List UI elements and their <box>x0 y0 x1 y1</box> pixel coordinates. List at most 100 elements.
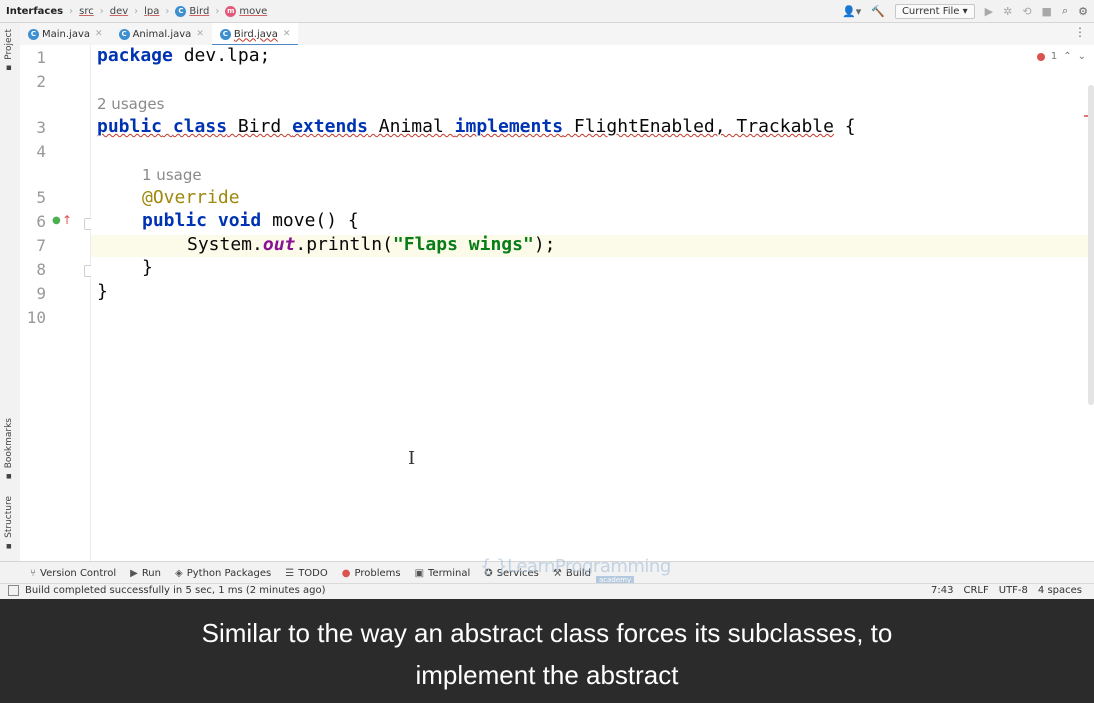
editor-gutter: 1 2 3 4 5 6 7 8 9 10 ● ↑ <box>20 45 95 561</box>
vertical-scrollbar[interactable] <box>1088 85 1094 405</box>
tab-label: Main.java <box>42 28 91 40</box>
tool-label: Python Packages <box>186 567 272 579</box>
status-widgets: 7:43 CRLF UTF-8 4 spaces <box>931 585 1082 596</box>
chevron-right-icon: › <box>69 5 74 17</box>
breadcrumb-src[interactable]: src <box>79 6 94 17</box>
class-icon: C <box>219 28 231 40</box>
line-number[interactable]: 5 <box>20 188 46 207</box>
keyword: extends <box>292 116 368 137</box>
line-number[interactable]: 1 <box>20 48 46 67</box>
main-toolbar: 👤▾ 🔨 Current File ▾ ▶ ✲ ⟲ ■ ⌕ ⚙ <box>842 0 1088 22</box>
coverage-icon[interactable]: ⟲ <box>1022 5 1031 18</box>
error-icon: ● <box>341 567 351 579</box>
indent-setting[interactable]: 4 spaces <box>1038 585 1082 596</box>
code-line-8: } <box>142 257 153 278</box>
text-cursor-icon: I <box>408 448 416 469</box>
keyword: void <box>217 210 262 231</box>
line-number[interactable]: 10 <box>20 308 46 327</box>
bookmarks-tool-button[interactable]: ▪ Bookmarks <box>4 418 14 481</box>
code-text: .println( <box>295 234 393 255</box>
keyword: class <box>172 116 228 137</box>
chevron-down-icon[interactable]: ⌄ <box>1078 51 1086 62</box>
packages-icon: ◈ <box>175 567 183 579</box>
chevron-right-icon: › <box>215 5 220 17</box>
breadcrumb-dev[interactable]: dev <box>110 6 128 17</box>
structure-tool-button[interactable]: ▪ Structure <box>4 496 14 551</box>
code-line-7: System.out.println("Flaps wings"); <box>187 234 556 255</box>
annotation: @Override <box>142 187 240 208</box>
line-number[interactable]: 7 <box>20 236 46 255</box>
more-vertical-icon[interactable]: ⋮ <box>1074 25 1086 39</box>
code-text: Animal <box>367 116 455 137</box>
todo-button[interactable]: ☰ TODO <box>285 568 328 579</box>
chevron-right-icon: › <box>165 5 170 17</box>
tab-label: Bird.java <box>233 28 278 40</box>
project-tool-button[interactable]: ▪ Project <box>4 29 14 73</box>
breadcrumb-class[interactable]: Bird <box>189 6 209 17</box>
tab-main-java[interactable]: C Main.java ✕ <box>20 23 111 45</box>
code-editor[interactable]: 1 ⌃ ⌄ package dev.lpa; 2 usages public c… <box>91 45 1094 561</box>
breadcrumb-lpa[interactable]: lpa <box>144 6 159 17</box>
code-line-3: public class Bird extends Animal impleme… <box>97 116 856 137</box>
user-icon[interactable]: 👤▾ <box>842 5 861 18</box>
chevron-right-icon: › <box>99 5 104 17</box>
python-packages-button[interactable]: ◈ Python Packages <box>175 568 271 579</box>
tool-label: Run <box>141 567 161 579</box>
code-line-1: package dev.lpa; <box>97 45 270 66</box>
keyword: package <box>97 45 173 66</box>
terminal-button[interactable]: ▣ Terminal <box>415 568 471 579</box>
version-control-button[interactable]: ⑂ Version Control <box>30 568 116 579</box>
inspection-widget[interactable]: 1 ⌃ ⌄ <box>1036 51 1086 62</box>
left-tool-stripe: ▪ Project ▪ Bookmarks ▪ Structure <box>0 23 21 561</box>
close-icon[interactable]: ✕ <box>95 29 103 39</box>
error-icon <box>1036 52 1045 61</box>
error-count: 1 <box>1050 51 1058 62</box>
tab-animal-java[interactable]: C Animal.java ✕ <box>111 23 212 45</box>
keyword: public <box>97 116 163 137</box>
line-number[interactable]: 2 <box>20 72 46 91</box>
implements-method-icon[interactable]: ● <box>52 215 61 226</box>
gear-icon[interactable]: ⚙ <box>1078 5 1088 18</box>
line-number[interactable]: 6 <box>20 212 46 231</box>
project-tool-label: Project <box>4 29 14 60</box>
tab-bird-java[interactable]: C Bird.java ✕ <box>211 23 299 46</box>
static-field: out <box>262 234 296 255</box>
line-number[interactable]: 4 <box>20 142 46 161</box>
run-config-select[interactable]: Current File ▾ <box>894 3 975 19</box>
status-message: Build completed successfully in 5 sec, 1… <box>25 585 326 596</box>
line-separator[interactable]: CRLF <box>963 585 988 596</box>
breadcrumb-project[interactable]: Interfaces <box>6 6 63 17</box>
close-icon[interactable]: ✕ <box>283 29 291 39</box>
breadcrumb-method[interactable]: move <box>239 6 267 17</box>
method-icon: m <box>225 5 237 17</box>
arrow-up-icon[interactable]: ↑ <box>62 213 72 227</box>
navigation-bar: Interfaces › src › dev › lpa › C Bird › … <box>0 0 1094 23</box>
stop-icon[interactable]: ■ <box>1042 5 1052 18</box>
run-config-label: Current File <box>901 5 960 17</box>
breadcrumb: Interfaces › src › dev › lpa › C Bird › … <box>6 0 267 22</box>
hammer-icon[interactable]: 🔨 <box>871 5 885 18</box>
search-icon[interactable]: ⌕ <box>1062 4 1068 18</box>
event-log-icon[interactable] <box>8 585 19 596</box>
close-icon[interactable]: ✕ <box>196 29 204 39</box>
keyword: implements <box>454 116 564 137</box>
code-text: { <box>833 116 856 137</box>
line-number[interactable]: 9 <box>20 284 46 303</box>
file-encoding[interactable]: UTF-8 <box>999 585 1028 596</box>
caret-position[interactable]: 7:43 <box>931 585 953 596</box>
run-button[interactable]: ▶ Run <box>130 568 161 579</box>
usages-hint[interactable]: 2 usages <box>97 95 164 113</box>
class-icon: C <box>175 5 187 17</box>
code-text: System. <box>187 234 263 255</box>
line-number[interactable]: 3 <box>20 118 46 137</box>
run-icon[interactable]: ▶ <box>985 5 993 18</box>
line-number[interactable]: 8 <box>20 260 46 279</box>
usages-hint[interactable]: 1 usage <box>142 166 202 184</box>
structure-tool-label: Structure <box>4 496 14 538</box>
subtitle-line-1: Similar to the way an abstract class for… <box>201 618 893 648</box>
string-literal: "Flaps wings" <box>392 234 534 255</box>
status-message-area[interactable]: Build completed successfully in 5 sec, 1… <box>8 585 325 596</box>
problems-button[interactable]: ● Problems <box>342 568 401 579</box>
chevron-up-icon[interactable]: ⌃ <box>1063 51 1071 62</box>
debug-icon[interactable]: ✲ <box>1003 5 1012 18</box>
